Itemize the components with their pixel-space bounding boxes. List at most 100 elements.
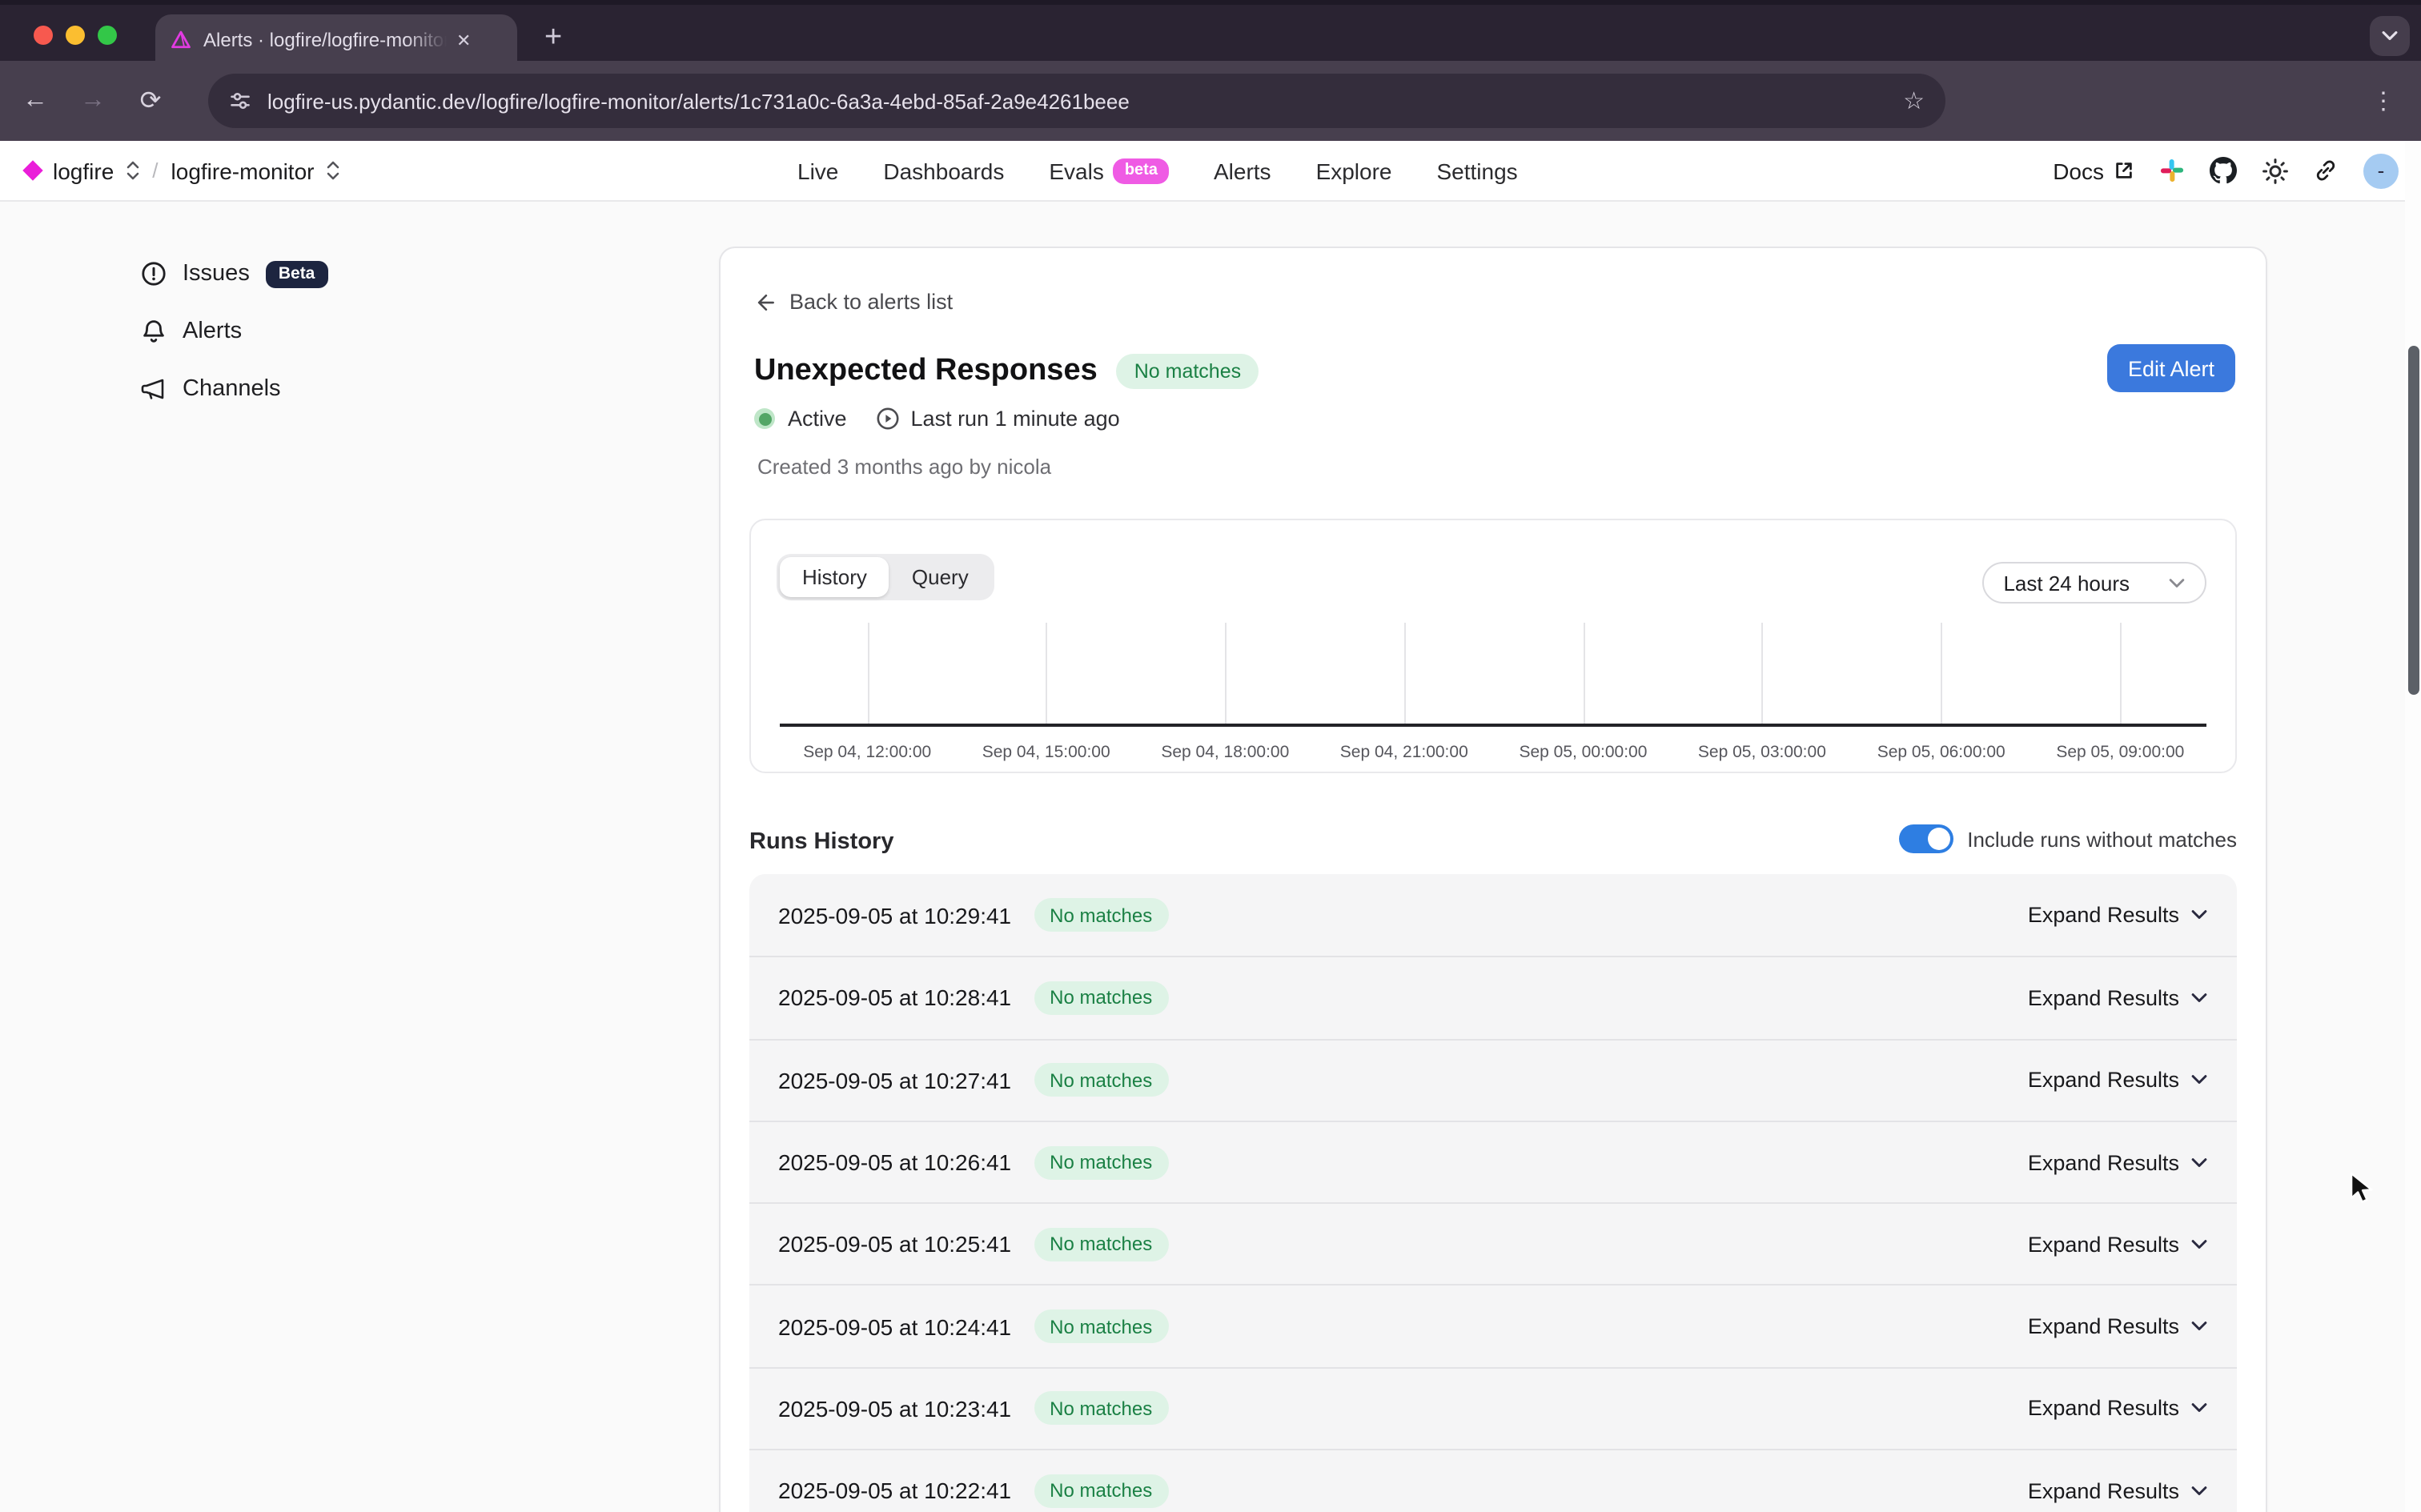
run-timestamp: 2025-09-05 at 10:26:41 [778,1149,1011,1175]
nav-item-live[interactable]: Live [797,158,838,183]
org-selector[interactable]: logfire [53,158,114,183]
tab-search-button[interactable] [2370,16,2410,56]
tab-title-wrap: Alerts · logfire/logfire-monitor [203,26,447,54]
tab-title: Alerts · logfire/logfire-monitor [203,29,447,51]
include-runs-toggle-group: Include runs without matches [1898,824,2237,853]
play-circle-icon [876,407,900,431]
chevron-down-icon [2168,577,2186,588]
runs-list: 2025-09-05 at 10:29:41 No matches Expand… [749,874,2237,1512]
docs-label: Docs [2053,158,2104,183]
run-row[interactable]: 2025-09-05 at 10:26:41 No matches Expand… [749,1121,2237,1203]
app-topnav: logfire / logfire-monitor Live Dashboard… [0,141,2421,202]
x-tick: Sep 05, 03:00:00 [1698,743,1826,762]
share-link-icon[interactable] [2314,158,2338,182]
nav-item-explore[interactable]: Explore [1316,158,1392,183]
tab-history[interactable]: History [780,557,889,597]
run-row[interactable]: 2025-09-05 at 10:25:41 No matches Expand… [749,1202,2237,1285]
run-timestamp: 2025-09-05 at 10:29:41 [778,902,1011,928]
updown-chevron-icon[interactable] [126,160,139,181]
run-row[interactable]: 2025-09-05 at 10:22:41 No matches Expand… [749,1449,2237,1512]
time-range-value: Last 24 hours [2003,571,2130,595]
docs-link[interactable]: Docs [2053,158,2134,183]
github-icon[interactable] [2210,157,2237,184]
run-status-badge: No matches [1034,981,1168,1015]
run-row[interactable]: 2025-09-05 at 10:23:41 No matches Expand… [749,1367,2237,1450]
bookmark-star-icon[interactable]: ☆ [1903,86,1925,115]
run-status-badge: No matches [1034,898,1168,932]
window-zoom-button[interactable] [98,26,117,45]
logfire-logo-icon [22,160,42,180]
forward-button[interactable]: → [74,86,112,115]
expand-results-button[interactable]: Expand Results [2028,1478,2208,1502]
nav-item-settings[interactable]: Settings [1437,158,1518,183]
run-row[interactable]: 2025-09-05 at 10:29:41 No matches Expand… [749,874,2237,957]
url-text[interactable]: logfire-us.pydantic.dev/logfire/logfire-… [267,89,1903,113]
time-range-select[interactable]: Last 24 hours [1982,562,2206,604]
url-bar[interactable]: logfire-us.pydantic.dev/logfire/logfire-… [208,74,1945,128]
site-info-icon[interactable] [229,90,251,112]
status-badge: No matches [1117,354,1259,389]
reload-button[interactable]: ⟳ [131,85,170,117]
content-area: Issues Beta Alerts Channels [0,202,2421,1512]
run-row[interactable]: 2025-09-05 at 10:27:41 No matches Expand… [749,1038,2237,1121]
scrollbar-track[interactable] [2405,141,2421,1512]
issues-beta-badge: Beta [266,260,328,287]
run-row[interactable]: 2025-09-05 at 10:24:41 No matches Expand… [749,1285,2237,1367]
nav-item-alerts[interactable]: Alerts [1214,158,1271,183]
expand-results-button[interactable]: Expand Results [2028,1233,2208,1257]
alert-detail-card: Back to alerts list Unexpected Responses… [719,247,2267,1512]
theme-sun-icon[interactable] [2262,158,2288,183]
tab-query[interactable]: Query [889,557,991,597]
tab-close-icon[interactable]: ✕ [456,30,471,50]
expand-results-button[interactable]: Expand Results [2028,1314,2208,1338]
expand-results-button[interactable]: Expand Results [2028,986,2208,1010]
expand-results-button[interactable]: Expand Results [2028,1397,2208,1421]
back-button[interactable]: ← [16,86,54,115]
topnav-right: Docs - [2053,153,2399,188]
x-tick: Sep 04, 21:00:00 [1340,743,1468,762]
page-title: Unexpected Responses [754,354,1098,389]
browser-menu-icon[interactable]: ⋮ [2371,86,2395,115]
sidebar-item-issues[interactable]: Issues Beta [141,255,327,293]
main-nav: Live Dashboards Evals beta Alerts Explor… [797,158,1518,183]
updown-chevron-icon[interactable] [327,160,340,181]
slack-icon[interactable] [2160,158,2184,182]
active-status-icon [754,408,775,429]
include-runs-toggle[interactable] [1898,824,1953,853]
evals-beta-badge: beta [1114,158,1169,183]
sidebar: Issues Beta Alerts Channels [141,255,327,427]
edit-alert-button[interactable]: Edit Alert [2107,344,2235,392]
back-to-alerts-link[interactable]: Back to alerts list [754,290,953,314]
sidebar-item-channels[interactable]: Channels [141,370,327,408]
new-tab-button[interactable]: + [544,14,562,62]
expand-results-button[interactable]: Expand Results [2028,1068,2208,1092]
nav-item-evals-wrap[interactable]: Evals beta [1049,158,1169,183]
project-selector[interactable]: logfire-monitor [171,158,315,183]
mouse-cursor [2349,1172,2379,1207]
sidebar-item-label: Issues [183,261,250,287]
nav-item-dashboards[interactable]: Dashboards [883,158,1004,183]
sidebar-item-alerts[interactable]: Alerts [141,312,327,351]
breadcrumb-separator: / [152,158,158,182]
window-minimize-button[interactable] [66,26,85,45]
avatar[interactable]: - [2363,153,2399,188]
breadcrumb: logfire / logfire-monitor [0,158,340,183]
run-status-badge: No matches [1034,1228,1168,1261]
browser-toolbar: ← → ⟳ logfire-us.pydantic.dev/logfire/lo… [0,61,2421,141]
x-tick: Sep 04, 12:00:00 [803,743,931,762]
history-panel: History Query Last 24 hours [749,519,2237,773]
nav-item-evals[interactable]: Evals [1049,158,1103,183]
expand-results-button[interactable]: Expand Results [2028,1150,2208,1174]
x-tick: Sep 05, 09:00:00 [2056,743,2184,762]
run-timestamp: 2025-09-05 at 10:24:41 [778,1313,1011,1339]
scrollbar-thumb[interactable] [2407,346,2419,695]
screen: Alerts · logfire/logfire-monitor ✕ + ← →… [0,0,2421,1512]
run-row[interactable]: 2025-09-05 at 10:28:41 No matches Expand… [749,957,2237,1039]
sidebar-item-label: Channels [183,376,281,402]
expand-results-button[interactable]: Expand Results [2028,903,2208,927]
title-row: Unexpected Responses No matches [754,354,1259,389]
window-close-button[interactable] [34,26,53,45]
run-timestamp: 2025-09-05 at 10:27:41 [778,1067,1011,1093]
logfire-favicon-icon [170,29,192,51]
browser-tab-active[interactable]: Alerts · logfire/logfire-monitor ✕ [155,14,517,66]
